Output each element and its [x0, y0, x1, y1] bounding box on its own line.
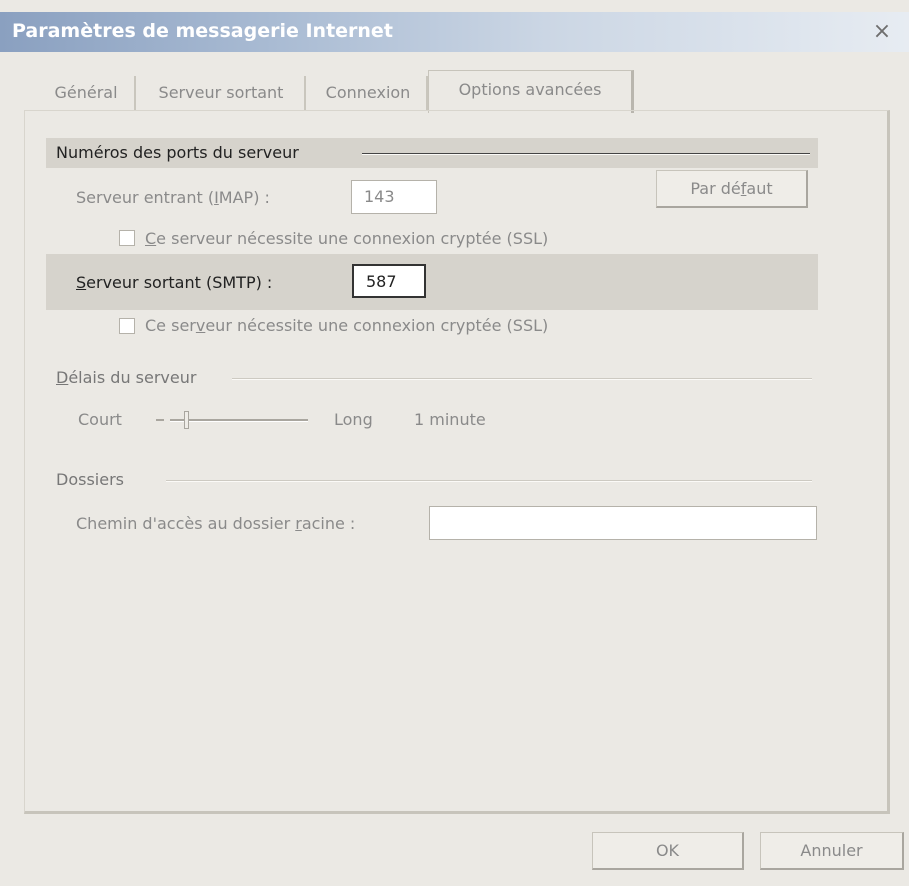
advanced-options-panel	[24, 110, 890, 814]
server-timeout-slider-track[interactable]	[170, 419, 308, 422]
server-timeout-group-label: Délais du serveur	[56, 368, 197, 387]
tab-strip: Général Serveur sortant Connexion Option…	[30, 70, 880, 113]
tab-advanced-options[interactable]: Options avancées	[428, 70, 634, 113]
server-timeout-divider	[232, 378, 812, 380]
slider-short-label: Court	[78, 410, 122, 429]
incoming-ssl-checkbox[interactable]	[119, 230, 135, 246]
root-folder-input[interactable]	[429, 506, 817, 540]
dialog-title: Paramètres de messagerie Internet	[12, 20, 393, 42]
tab-connection[interactable]: Connexion	[310, 76, 428, 110]
default-button[interactable]: Par défaut	[656, 170, 808, 208]
outgoing-server-label: Serveur sortant (SMTP) :	[76, 273, 273, 292]
outgoing-ssl-label: Ce serveur nécessite une connexion crypt…	[145, 316, 549, 335]
ports-group-divider	[362, 153, 810, 155]
internet-mail-settings-dialog: Paramètres de messagerie Internet × Géné…	[0, 0, 909, 886]
root-folder-label: Chemin d'accès au dossier racine :	[76, 514, 356, 533]
outgoing-port-input[interactable]: 587	[352, 264, 426, 298]
slider-long-label: Long	[334, 410, 373, 429]
ports-group-label: Numéros des ports du serveur	[56, 143, 299, 162]
close-button[interactable]: ×	[868, 18, 896, 46]
incoming-server-label: Serveur entrant (IMAP) :	[76, 188, 270, 207]
slider-tick	[156, 419, 164, 421]
folders-group-label: Dossiers	[56, 470, 124, 489]
incoming-port-input[interactable]: 143	[351, 180, 437, 214]
ok-button[interactable]: OK	[592, 832, 744, 870]
cancel-button[interactable]: Annuler	[760, 832, 904, 870]
server-timeout-slider-thumb[interactable]	[183, 411, 189, 429]
folders-group-divider	[166, 480, 812, 482]
outgoing-ssl-checkbox[interactable]	[119, 318, 135, 334]
incoming-ssl-label: Ce serveur nécessite une connexion crypt…	[145, 229, 549, 248]
tab-outgoing-server[interactable]: Serveur sortant	[138, 76, 306, 110]
tab-general[interactable]: Général	[38, 76, 136, 110]
server-timeout-value: 1 minute	[414, 410, 486, 429]
